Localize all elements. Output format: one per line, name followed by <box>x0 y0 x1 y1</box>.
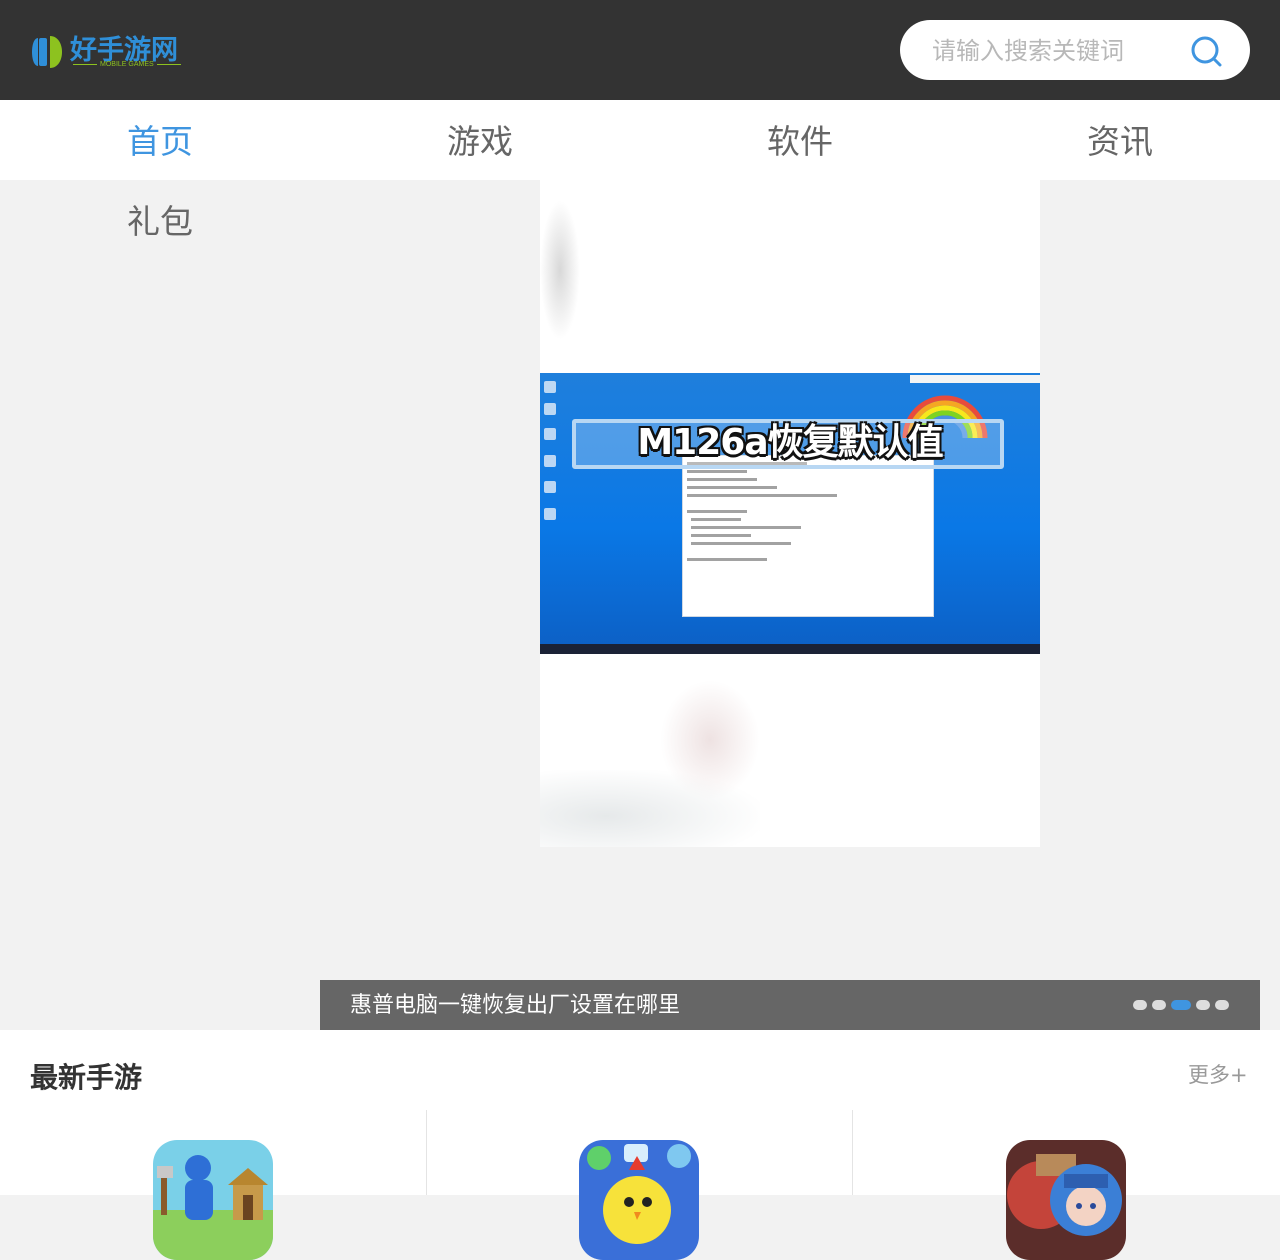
game-item[interactable] <box>426 1110 853 1260</box>
banner-image-caption: M126a恢复默认值 <box>637 422 943 463</box>
game-icon-anime-girl[interactable] <box>1006 1140 1126 1260</box>
nav-item-home[interactable]: 首页 <box>0 100 320 180</box>
screen-document <box>682 455 934 617</box>
desktop-icon <box>544 381 556 393</box>
carousel-dot[interactable] <box>1152 1000 1166 1010</box>
game-list <box>0 1110 1280 1260</box>
banner-title[interactable]: 惠普电脑一键恢复出厂设置在哪里 <box>350 980 680 1032</box>
desktop-icon <box>544 481 556 493</box>
carousel-dot[interactable] <box>1215 1000 1229 1010</box>
main-nav: 首页 游戏 软件 资讯 <box>0 100 1280 180</box>
carousel-dot[interactable] <box>1196 1000 1210 1010</box>
desktop-icon <box>544 508 556 520</box>
screen-toolbar <box>910 375 1040 383</box>
site-logo[interactable]: 好手游网 MOBILE GAMES <box>28 30 188 74</box>
game-icon-chicken[interactable] <box>579 1140 699 1260</box>
carousel-dot-active[interactable] <box>1171 1000 1191 1010</box>
search-icon[interactable] <box>1190 35 1222 67</box>
more-link[interactable]: 更多+ <box>1188 1059 1248 1089</box>
nav-item-software[interactable]: 软件 <box>640 100 960 180</box>
banner-caption-bar[interactable]: 惠普电脑一键恢复出厂设置在哪里 <box>320 980 1260 1030</box>
logo-subtitle: MOBILE GAMES <box>70 61 182 68</box>
nav-item-games[interactable]: 游戏 <box>320 100 640 180</box>
game-item[interactable] <box>0 1110 426 1260</box>
banner-blur <box>540 200 580 340</box>
game-icon-lumberjack[interactable] <box>153 1140 273 1260</box>
nav-item-news[interactable]: 资讯 <box>960 100 1280 180</box>
latest-games-section: 最新手游 更多+ <box>0 1030 1280 1260</box>
section-title: 最新手游 <box>30 1061 143 1094</box>
nav-item-gifts[interactable]: 礼包 <box>0 180 320 260</box>
top-header: 好手游网 MOBILE GAMES <box>0 0 1280 100</box>
banner-blur <box>540 770 760 847</box>
banner-screenshot: M126a恢复默认值 <box>540 373 1040 654</box>
search-input[interactable] <box>930 32 1184 70</box>
screen-taskbar <box>540 644 1040 654</box>
banner-image[interactable]: M126a恢复默认值 <box>540 180 1040 847</box>
game-item[interactable] <box>852 1110 1279 1260</box>
logo-icon <box>32 36 62 68</box>
carousel-dot[interactable] <box>1133 1000 1147 1010</box>
